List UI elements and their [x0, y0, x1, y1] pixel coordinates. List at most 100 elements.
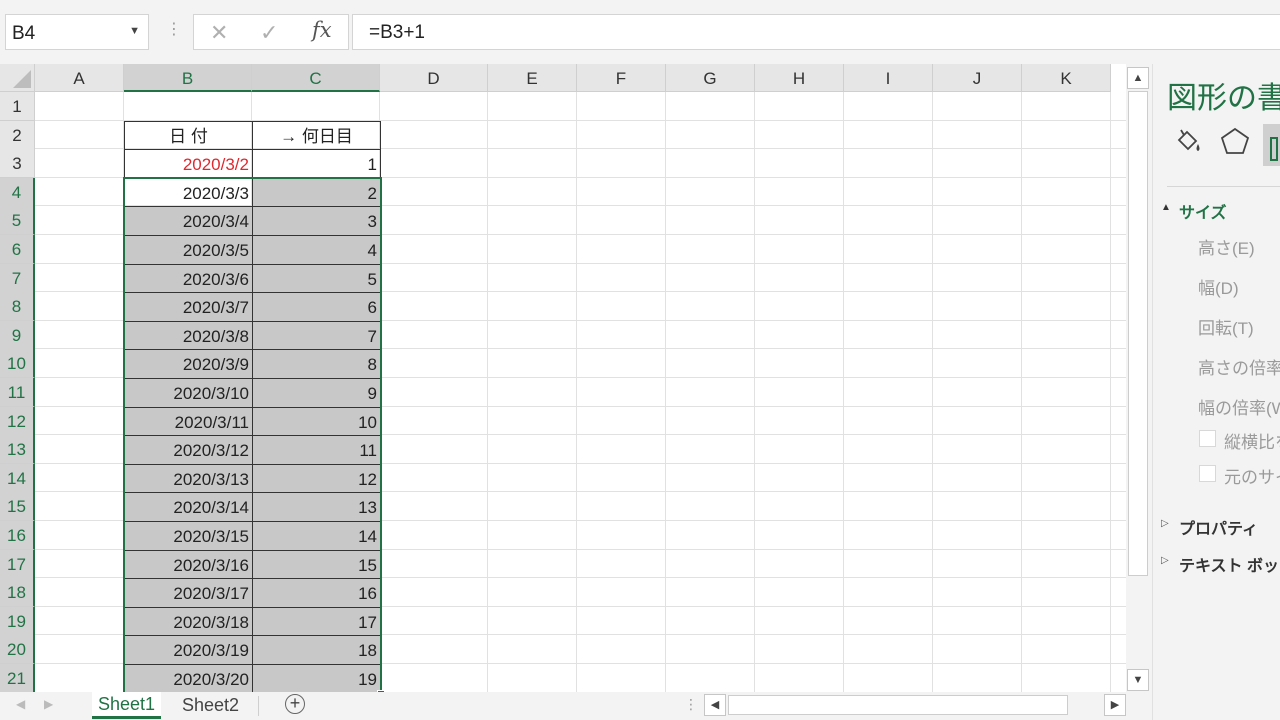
sheet-prev-icon[interactable]: ◀: [16, 697, 25, 711]
row-header-4[interactable]: 4: [0, 177, 35, 207]
cell-c3[interactable]: 1: [252, 149, 381, 179]
row-header-1[interactable]: 1: [0, 92, 35, 121]
cell-b8[interactable]: 2020/3/7: [124, 292, 253, 322]
cancel-icon[interactable]: ✕: [210, 20, 228, 46]
cell-b4[interactable]: 2020/3/3: [124, 177, 253, 208]
cell-c20[interactable]: 18: [252, 635, 381, 665]
select-all-button[interactable]: [0, 64, 35, 92]
sheet-next-icon[interactable]: ▶: [44, 697, 53, 711]
cell-c18[interactable]: 16: [252, 578, 381, 608]
cell-c10[interactable]: 8: [252, 349, 381, 379]
cell-c6[interactable]: 4: [252, 235, 381, 265]
cell-b20[interactable]: 2020/3/19: [124, 635, 253, 665]
cell-b21[interactable]: 2020/3/20: [124, 664, 253, 692]
column-header-j[interactable]: J: [933, 64, 1022, 92]
cell-c2[interactable]: → 何日目: [252, 120, 381, 151]
row-header-21[interactable]: 21: [0, 664, 35, 692]
row-header-20[interactable]: 20: [0, 635, 35, 665]
column-header-g[interactable]: G: [666, 64, 755, 92]
cell-b5[interactable]: 2020/3/4: [124, 206, 253, 236]
splitter-icon[interactable]: ⋮: [684, 696, 698, 713]
cell-b15[interactable]: 2020/3/14: [124, 492, 253, 522]
formula-input[interactable]: =B3+1: [352, 14, 1280, 50]
row-header-7[interactable]: 7: [0, 263, 35, 293]
cell-c13[interactable]: 11: [252, 435, 381, 465]
row-header-6[interactable]: 6: [0, 235, 35, 264]
cell-b3[interactable]: 2020/3/2: [124, 149, 253, 179]
checkmark-icon[interactable]: ✓: [260, 20, 278, 46]
row-header-9[interactable]: 9: [0, 320, 35, 350]
cell-b2[interactable]: 日 付: [124, 120, 253, 151]
horizontal-scrollbar[interactable]: ◀ ▶: [704, 694, 1126, 716]
cell-b12[interactable]: 2020/3/11: [124, 406, 253, 437]
column-header-a[interactable]: A: [35, 64, 124, 92]
cell-b11[interactable]: 2020/3/10: [124, 378, 253, 408]
scroll-right-icon[interactable]: ▶: [1104, 694, 1126, 716]
column-header-f[interactable]: F: [577, 64, 666, 92]
scroll-left-icon[interactable]: ◀: [704, 694, 726, 716]
cell-b19[interactable]: 2020/3/18: [124, 606, 253, 637]
cell-c9[interactable]: 7: [252, 320, 381, 351]
pentagon-icon[interactable]: [1219, 126, 1251, 161]
insert-function-icon[interactable]: fx: [312, 18, 332, 42]
lock-aspect-checkbox[interactable]: [1199, 430, 1216, 447]
cell-c8[interactable]: 6: [252, 292, 381, 322]
section-properties[interactable]: ▷ プロパティ: [1161, 515, 1258, 539]
size-properties-icon[interactable]: [1263, 124, 1280, 166]
row-header-10[interactable]: 10: [0, 349, 35, 379]
row-header-8[interactable]: 8: [0, 292, 35, 322]
section-size[interactable]: ▲ サイズ: [1161, 199, 1227, 223]
cell-b16[interactable]: 2020/3/15: [124, 521, 253, 551]
column-header-d[interactable]: D: [380, 64, 488, 92]
cell-b17[interactable]: 2020/3/16: [124, 549, 253, 580]
cell-c17[interactable]: 15: [252, 549, 381, 580]
column-header-e[interactable]: E: [488, 64, 577, 92]
chevron-down-icon[interactable]: ▼: [129, 25, 140, 37]
cell-b9[interactable]: 2020/3/8: [124, 320, 253, 351]
vertical-scroll-thumb[interactable]: [1128, 91, 1148, 576]
row-header-14[interactable]: 14: [0, 463, 35, 493]
original-size-checkbox[interactable]: [1199, 465, 1216, 482]
row-header-5[interactable]: 5: [0, 206, 35, 236]
row-header-17[interactable]: 17: [0, 549, 35, 579]
section-textbox[interactable]: ▷ テキスト ボッ: [1161, 552, 1279, 576]
row-header-19[interactable]: 19: [0, 606, 35, 636]
cell-c4[interactable]: 2: [252, 177, 381, 208]
cell-b14[interactable]: 2020/3/13: [124, 463, 253, 494]
column-header-h[interactable]: H: [755, 64, 844, 92]
row-header-2[interactable]: 2: [0, 120, 35, 150]
cell-c14[interactable]: 12: [252, 463, 381, 494]
cell-b6[interactable]: 2020/3/5: [124, 235, 253, 265]
scroll-up-icon[interactable]: ▲: [1127, 67, 1149, 89]
cell-b13[interactable]: 2020/3/12: [124, 435, 253, 465]
row-header-12[interactable]: 12: [0, 406, 35, 436]
scroll-down-icon[interactable]: ▼: [1127, 669, 1149, 691]
cell-b7[interactable]: 2020/3/6: [124, 263, 253, 294]
sheet-tab-sheet2[interactable]: Sheet2: [176, 692, 245, 718]
cell-c16[interactable]: 14: [252, 521, 381, 551]
more-options-icon[interactable]: ⋮: [166, 19, 182, 39]
sheet-tab-sheet1[interactable]: Sheet1: [92, 692, 162, 719]
row-header-16[interactable]: 16: [0, 521, 35, 550]
horizontal-scroll-thumb[interactable]: [728, 695, 1068, 715]
column-header-c[interactable]: C: [252, 64, 380, 92]
column-header-b[interactable]: B: [124, 64, 252, 92]
row-header-3[interactable]: 3: [0, 149, 35, 179]
vertical-scrollbar[interactable]: ▲ ▼: [1126, 64, 1152, 692]
row-header-18[interactable]: 18: [0, 578, 35, 608]
spreadsheet-grid[interactable]: ABCDEFGHIJK 1 2 3 4 5 6 7 8 9 10 11 12 13 14 15 16 17 18 1…: [0, 64, 1126, 692]
paint-bucket-icon[interactable]: [1173, 126, 1203, 161]
cell-c5[interactable]: 3: [252, 206, 381, 236]
cell-c19[interactable]: 17: [252, 606, 381, 637]
cell-c12[interactable]: 10: [252, 406, 381, 437]
column-header-i[interactable]: I: [844, 64, 933, 92]
row-header-11[interactable]: 11: [0, 378, 35, 407]
cell-c7[interactable]: 5: [252, 263, 381, 294]
row-header-13[interactable]: 13: [0, 435, 35, 465]
cell-c11[interactable]: 9: [252, 378, 381, 408]
row-header-15[interactable]: 15: [0, 492, 35, 522]
cell-b18[interactable]: 2020/3/17: [124, 578, 253, 608]
name-box[interactable]: B4 ▼: [5, 14, 149, 50]
plus-circle-icon[interactable]: +: [285, 694, 305, 714]
cell-c15[interactable]: 13: [252, 492, 381, 522]
